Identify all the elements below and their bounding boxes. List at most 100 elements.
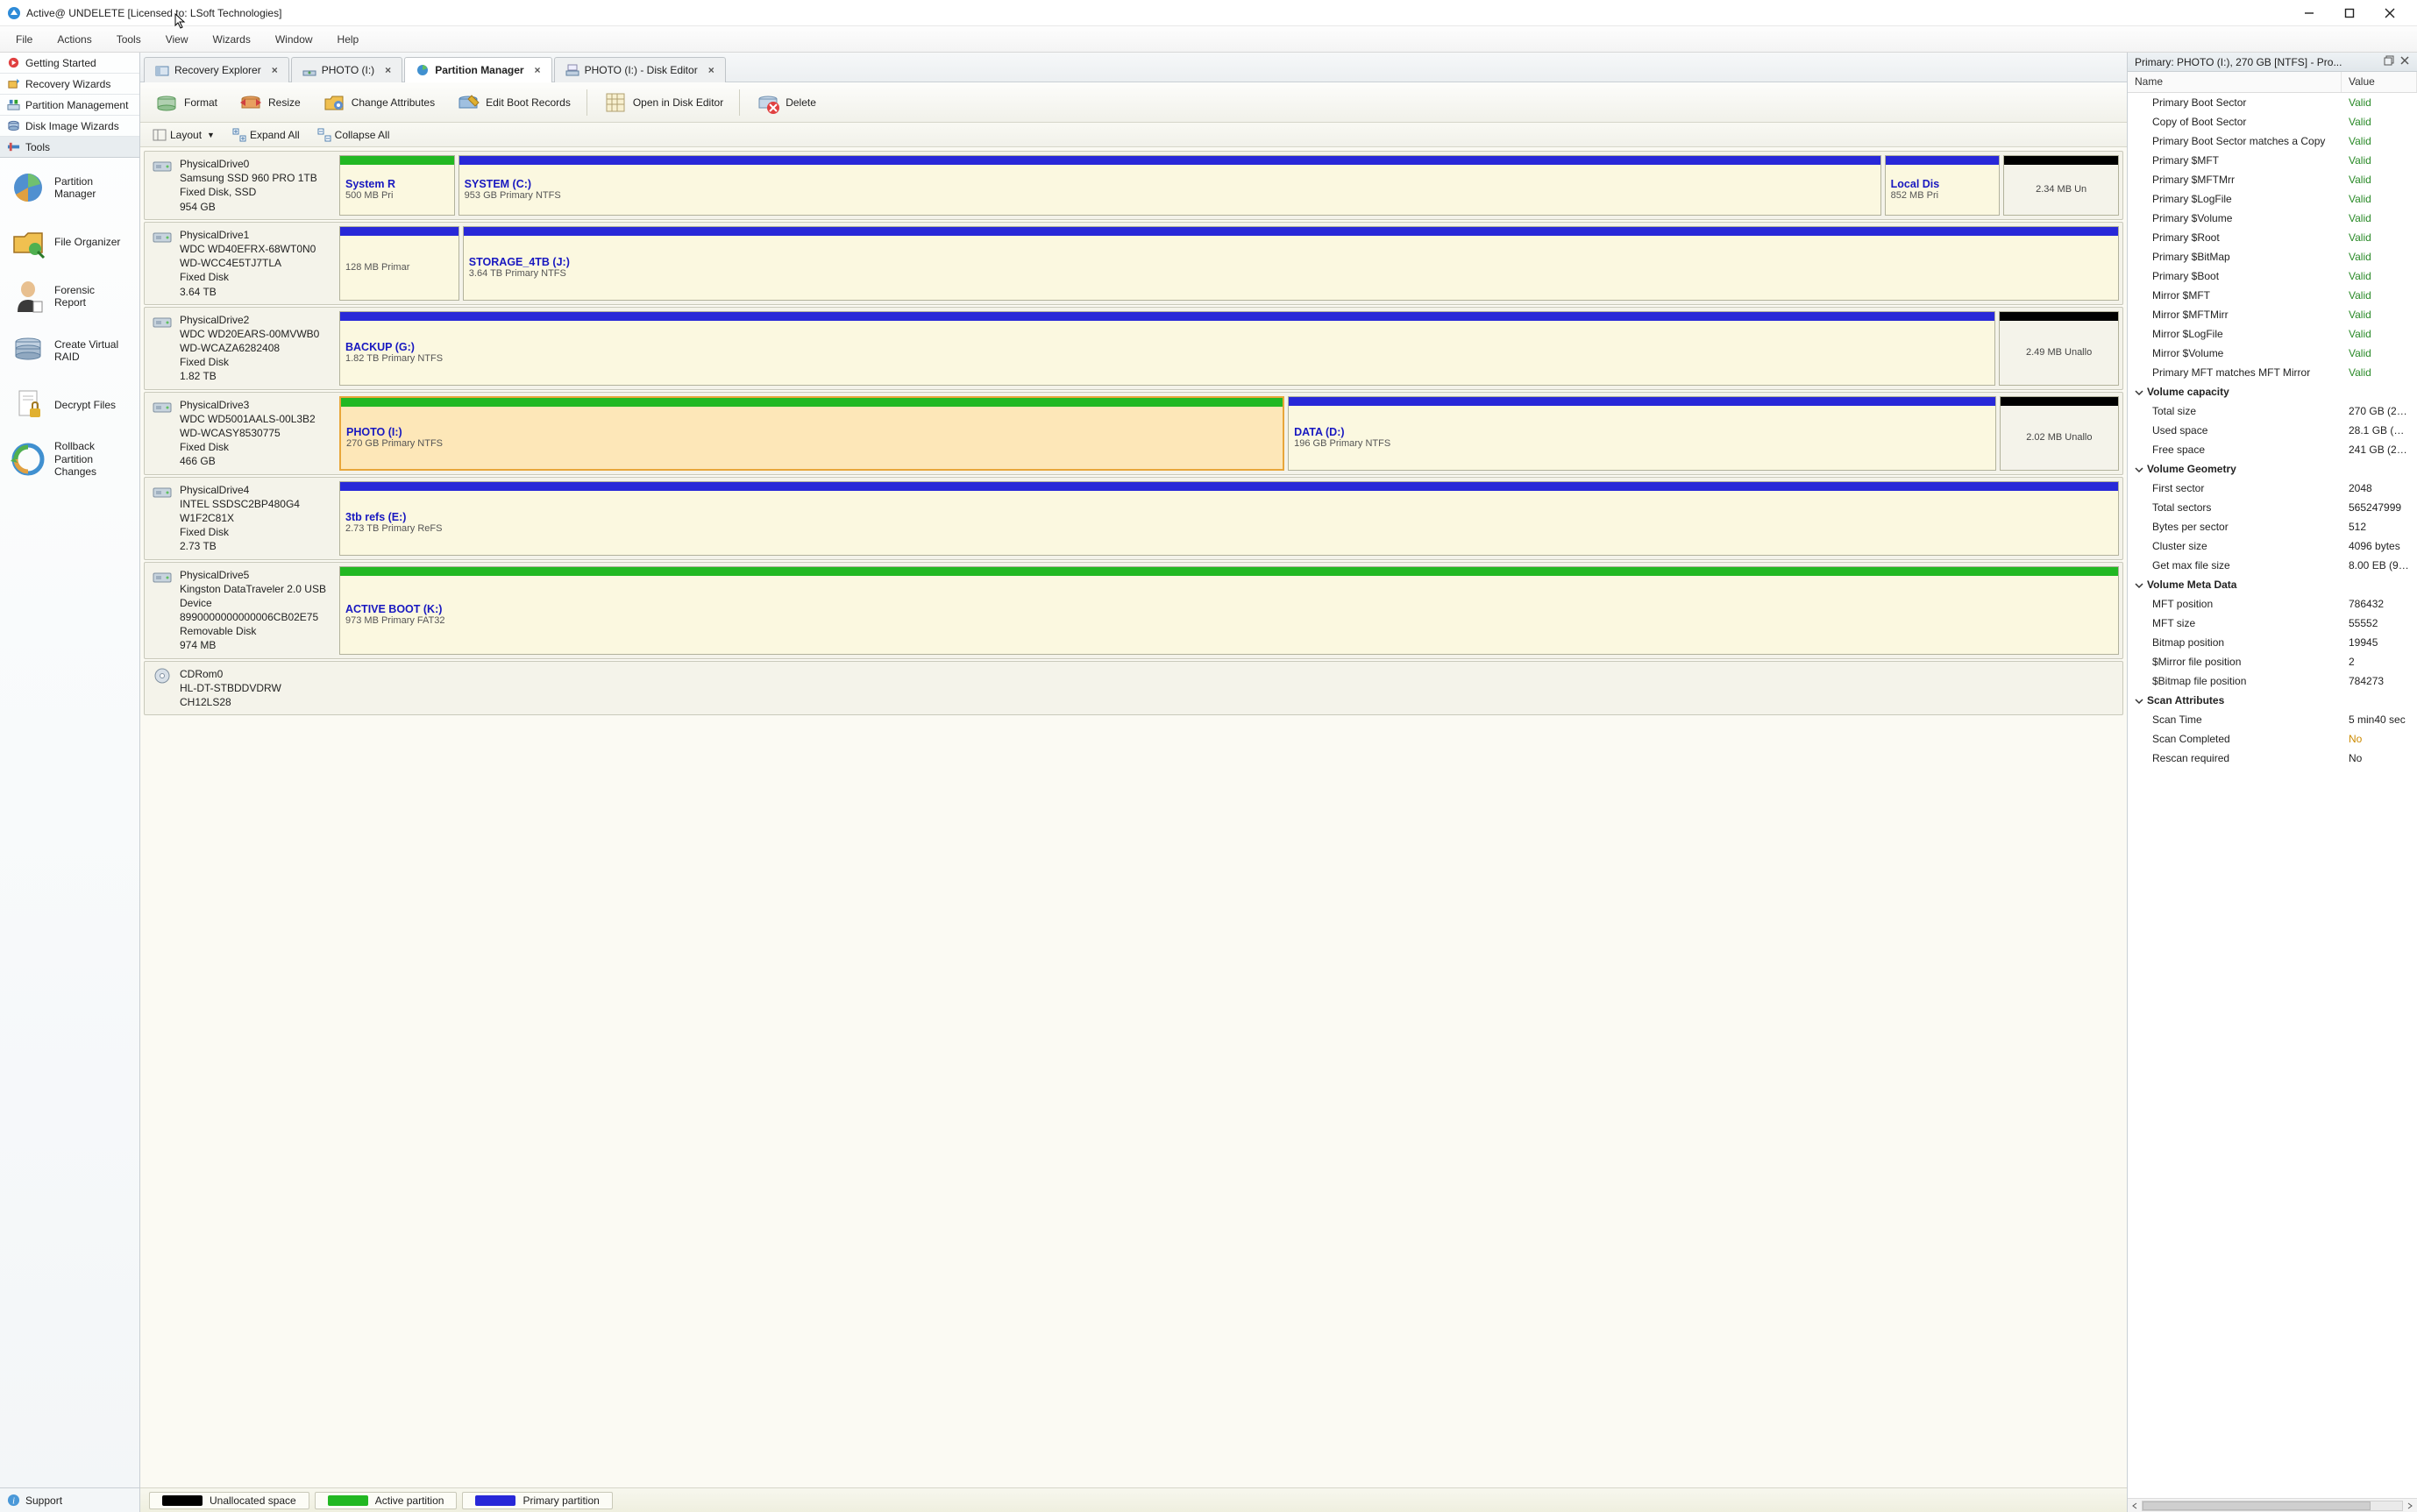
partition-block[interactable]: SYSTEM (C:)953 GB Primary NTFS [459,155,1881,216]
partition-block[interactable]: Local Dis852 MB Pri [1885,155,2001,216]
property-name: Free space [2128,442,2342,458]
left-nav-tools[interactable]: Tools [0,137,139,157]
partition-block[interactable]: DATA (D:)196 GB Primary NTFS [1288,396,1996,471]
tool-file-organizer[interactable]: File Organizer [2,217,138,266]
partition-block[interactable]: ACTIVE BOOT (K:)973 MB Primary FAT32 [339,566,2119,655]
properties-hscrollbar[interactable] [2128,1498,2417,1512]
tab-photo-i-disk-editor[interactable]: PHOTO (I:) - Disk Editor× [554,57,726,82]
partition-block[interactable]: 128 MB Primar [339,226,459,301]
unallocated-block[interactable]: 2.34 MB Un [2003,155,2119,216]
property-name: Primary $Root [2128,230,2342,245]
property-section[interactable]: Volume Geometry [2128,459,2417,479]
tool-forensic-report[interactable]: ForensicReport [2,272,138,321]
properties-rows[interactable]: Primary Boot SectorValidCopy of Boot Sec… [2128,93,2417,1498]
toolbar-edit-boot-records-button[interactable]: Edit Boot Records [447,87,579,118]
tool-list: PartitionManager File Organizer ForensicRe… [0,158,139,489]
toolbar-resize-button[interactable]: Resize [230,87,309,118]
tool-partition-manager[interactable]: PartitionManager [2,163,138,212]
panel-close-icon[interactable] [2399,55,2410,68]
drive-info: PhysicalDrive2WDC WD20EARS-00MVWB0WD-WCA… [145,308,336,389]
property-section[interactable]: Volume Meta Data [2128,575,2417,594]
property-name: Mirror $MFT [2128,287,2342,303]
left-nav-partition-management[interactable]: Partition Management [0,95,139,116]
toolbar2-icon [232,128,246,142]
col-value[interactable]: Value [2342,72,2417,92]
drive-row[interactable]: PhysicalDrive2WDC WD20EARS-00MVWB0WD-WCA… [144,307,2123,390]
left-nav-getting-started[interactable]: Getting Started [0,53,139,74]
toolbar-change-attributes-button[interactable]: Change Attributes [313,87,444,118]
menu-window[interactable]: Window [263,28,325,51]
tab-close-icon[interactable]: × [535,64,541,76]
tab-photo-i-[interactable]: PHOTO (I:)× [291,57,402,82]
menu-view[interactable]: View [153,28,201,51]
tool-create-virtual-raid[interactable]: Create VirtualRAID [2,326,138,375]
menu-file[interactable]: File [4,28,45,51]
drive-row[interactable]: PhysicalDrive5Kingston DataTraveler 2.0 … [144,562,2123,659]
close-button[interactable] [2370,1,2410,25]
maximize-button[interactable] [2329,1,2370,25]
property-section[interactable]: Scan Attributes [2128,691,2417,710]
menu-help[interactable]: Help [325,28,372,51]
toolbar2-expand-all-button[interactable]: Expand All [225,126,307,144]
drive-row[interactable]: PhysicalDrive4INTEL SSDSC2BP480G4W1F2C81… [144,477,2123,560]
property-row: Primary MFT matches MFT MirrorValid [2128,363,2417,382]
property-row: Primary $VolumeValid [2128,209,2417,228]
property-value: 28.1 GB (30,158 [2342,422,2417,438]
tab-close-icon[interactable]: × [385,64,391,76]
partition-block[interactable]: PHOTO (I:)270 GB Primary NTFS [339,396,1284,471]
tab-close-icon[interactable]: × [708,64,714,76]
legend-label: Primary partition [522,1494,599,1507]
info-icon: i [7,1494,20,1507]
property-name: Mirror $LogFile [2128,326,2342,342]
panel-restore-icon[interactable] [2384,55,2394,68]
property-value: Valid [2342,230,2417,245]
property-name: Used space [2128,422,2342,438]
property-section[interactable]: Volume capacity [2128,382,2417,401]
tool-rollback-partition-changes[interactable]: RollbackPartitionChanges [2,435,138,484]
property-value: 19945 [2342,635,2417,650]
property-name: $Bitmap file position [2128,673,2342,689]
toolbar-open-in-disk-editor-button[interactable]: Open in Disk Editor [594,87,732,118]
drive-list[interactable]: PhysicalDrive0Samsung SSD 960 PRO 1TBFix… [140,147,2127,1487]
property-row: MFT size55552 [2128,614,2417,633]
tab-close-icon[interactable]: × [272,64,278,76]
partition-block[interactable]: BACKUP (G:)1.82 TB Primary NTFS [339,311,1995,386]
left-nav-recovery-wizards[interactable]: Recovery Wizards [0,74,139,95]
tab-recovery-explorer[interactable]: Recovery Explorer× [144,57,289,82]
property-row: Bitmap position19945 [2128,633,2417,652]
toolbar-secondary: Layout▼Expand AllCollapse All [140,123,2127,147]
toolbar-delete-button[interactable]: Delete [747,87,825,118]
toolbar2-label: Layout [170,129,202,141]
left-nav-disk-image-wizards[interactable]: Disk Image Wizards [0,116,139,137]
partition-block[interactable]: System R500 MB Pri [339,155,455,216]
drive-row[interactable]: PhysicalDrive1WDC WD40EFRX-68WT0N0WD-WCC… [144,222,2123,305]
property-name: Scan Completed [2128,731,2342,747]
scrollbar-thumb[interactable] [2143,1501,2371,1510]
toolbar-format-button[interactable]: Format [146,87,226,118]
tab-partition-manager[interactable]: Partition Manager× [404,57,551,82]
drive-row[interactable]: PhysicalDrive0Samsung SSD 960 PRO 1TBFix… [144,151,2123,220]
toolbar2-collapse-all-button[interactable]: Collapse All [310,126,397,144]
tool-icon [9,331,47,370]
minimize-button[interactable] [2289,1,2329,25]
unallocated-block[interactable]: 2.49 MB Unallo [1999,311,2119,386]
scroll-left-icon[interactable] [2128,1500,2142,1512]
toolbar2-layout-button[interactable]: Layout▼ [146,126,222,144]
menu-actions[interactable]: Actions [45,28,103,51]
tool-icon [9,277,47,316]
menu-wizards[interactable]: Wizards [201,28,263,51]
partition-block[interactable]: 3tb refs (E:)2.73 TB Primary ReFS [339,481,2119,556]
property-value: 270 GB (289,40 [2342,403,2417,419]
property-name: Primary MFT matches MFT Mirror [2128,365,2342,380]
menu-tools[interactable]: Tools [104,28,153,51]
scroll-right-icon[interactable] [2403,1500,2417,1512]
tool-decrypt-files[interactable]: Decrypt Files [2,380,138,429]
col-name[interactable]: Name [2128,72,2342,92]
drive-row[interactable]: CDRom0HL-DT-STBDDVDRW CH12LS28 [144,661,2123,716]
drive-row[interactable]: PhysicalDrive3WDC WD5001AALS-00L3B2WD-WC… [144,392,2123,475]
property-row: Total sectors565247999 [2128,498,2417,517]
unallocated-block[interactable]: 2.02 MB Unallo [2000,396,2119,471]
property-row: Mirror $MFTValid [2128,286,2417,305]
support-button[interactable]: i Support [0,1487,139,1512]
partition-block[interactable]: STORAGE_4TB (J:)3.64 TB Primary NTFS [463,226,2119,301]
